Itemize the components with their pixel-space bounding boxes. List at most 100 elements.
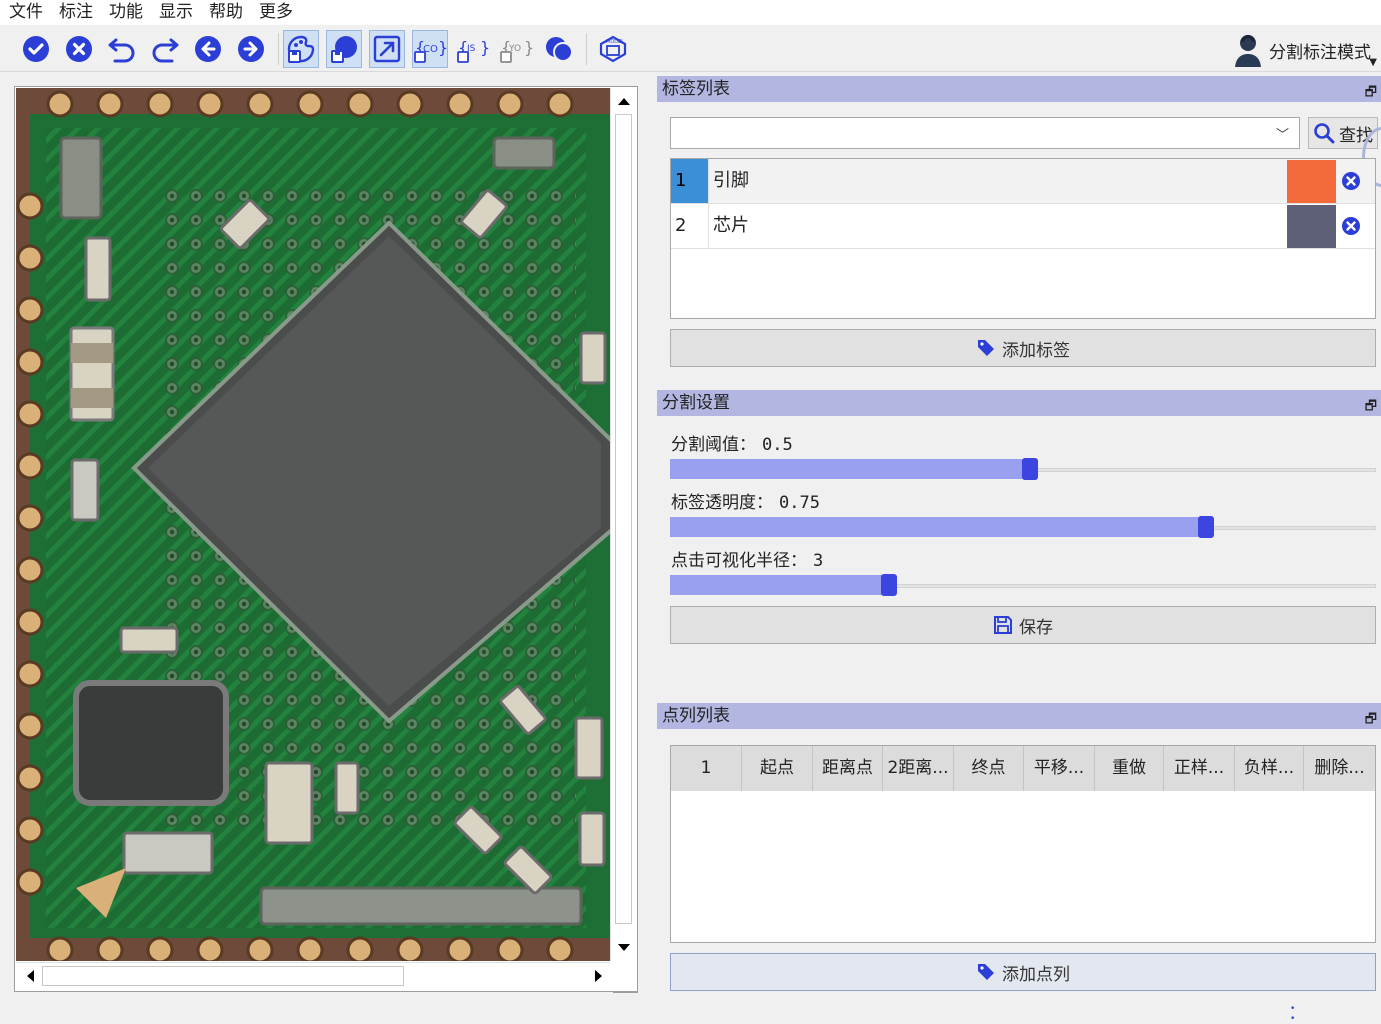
delete-label-icon[interactable] <box>1341 171 1361 191</box>
radius-label: 点击可视化半径： 3 <box>671 546 823 571</box>
column-header[interactable]: 1 <box>671 746 742 791</box>
points-list-title: 点列列表 <box>662 706 730 726</box>
column-header[interactable]: 正样... <box>1164 746 1235 791</box>
add-label-button-label: 添加标签 <box>1002 340 1070 361</box>
slider-handle[interactable] <box>881 574 897 596</box>
save-grayscale-button[interactable] <box>326 30 362 68</box>
opacity-slider[interactable] <box>670 516 1376 538</box>
label-name[interactable]: 芯片 <box>713 204 749 248</box>
threshold-value: 0.5 <box>762 435 793 455</box>
menu-help[interactable]: 帮助 <box>209 0 243 25</box>
points-table[interactable]: 1 起点 距离点 2距离... 终点 平移... 重做 正样... 负样... … <box>670 745 1376 943</box>
float-panel-icon[interactable]: 🗗 <box>1365 394 1377 420</box>
horizontal-scroll-thumb[interactable] <box>42 966 404 986</box>
label-table[interactable]: 1 引脚 2 芯片 <box>670 158 1376 319</box>
scroll-up-arrow-icon[interactable] <box>611 88 637 112</box>
column-header[interactable]: 起点 <box>742 746 813 791</box>
save-json-button[interactable]: {JS} <box>455 30 491 68</box>
label-search-combobox[interactable]: ﹀ <box>670 117 1300 149</box>
threshold-label-text: 分割阈值： <box>671 435 756 455</box>
next-image-button[interactable] <box>233 30 269 68</box>
column-header[interactable]: 删除... <box>1304 746 1375 791</box>
column-header[interactable]: 平移... <box>1024 746 1095 791</box>
menu-display[interactable]: 显示 <box>159 0 193 25</box>
chevron-down-icon[interactable]: ﹀ <box>1276 124 1289 143</box>
save-coco-button[interactable]: {CO} <box>412 30 448 68</box>
model-select-button[interactable]: MODEL <box>595 30 631 68</box>
resize-grip-icon[interactable]: • • <box>1290 1004 1320 1024</box>
vertical-scrollbar[interactable] <box>610 88 636 961</box>
points-table-header: 1 起点 距离点 2距离... 终点 平移... 重做 正样... 负样... … <box>671 746 1375 791</box>
radius-value: 3 <box>813 551 824 571</box>
dropdown-arrow-icon: ▼ <box>1369 57 1377 68</box>
search-icon <box>1314 123 1335 144</box>
label-list-title: 标签列表 <box>662 79 730 99</box>
delete-label-icon[interactable] <box>1341 216 1361 236</box>
save-pseudo-color-button[interactable] <box>283 30 319 68</box>
dual-circle-icon <box>546 37 573 62</box>
menu-function[interactable]: 功能 <box>109 0 143 25</box>
label-row-1[interactable]: 1 引脚 <box>671 159 1375 204</box>
redo-icon <box>152 38 179 63</box>
float-panel-icon[interactable]: 🗗 <box>1365 80 1377 106</box>
mode-selector[interactable]: 分割标注模式 ▼ <box>1233 33 1377 68</box>
column-header[interactable]: 重做 <box>1095 746 1164 791</box>
opacity-label-text: 标签透明度： <box>671 493 773 513</box>
cancel-button[interactable] <box>61 30 97 68</box>
vertical-scroll-thumb[interactable] <box>615 114 632 924</box>
mode-label: 分割标注模式 <box>1269 42 1371 63</box>
column-header[interactable]: 负样... <box>1235 746 1304 791</box>
radius-slider[interactable] <box>670 574 1376 596</box>
column-header[interactable]: 2距离... <box>883 746 954 791</box>
points-list-panel-title: 点列列表 🗗 <box>657 703 1381 729</box>
menu-file[interactable]: 文件 <box>9 0 43 25</box>
opacity-label: 标签透明度： 0.75 <box>671 488 820 513</box>
svg-text:MODEL: MODEL <box>606 39 624 45</box>
menu-more[interactable]: 更多 <box>259 0 293 25</box>
slider-handle[interactable] <box>1022 458 1038 480</box>
scroll-left-arrow-icon[interactable] <box>18 963 42 989</box>
column-header[interactable]: 距离点 <box>813 746 883 791</box>
image-canvas[interactable] <box>14 86 638 992</box>
add-point-list-button[interactable]: 添加点列 <box>670 953 1376 991</box>
column-header[interactable]: 终点 <box>954 746 1024 791</box>
label-row-2[interactable]: 2 芯片 <box>671 204 1375 249</box>
svg-text:}: } <box>524 38 533 57</box>
label-color-swatch[interactable] <box>1287 205 1336 248</box>
prev-image-button[interactable] <box>190 30 226 68</box>
arrow-right-icon <box>238 36 264 62</box>
label-list-panel-title: 标签列表 🗗 <box>657 76 1381 102</box>
undo-button[interactable] <box>104 30 140 68</box>
toggle-mask-button[interactable] <box>541 30 577 68</box>
slider-handle[interactable] <box>1198 516 1214 538</box>
radius-label-text: 点击可视化半径： <box>671 551 807 571</box>
svg-text:}: } <box>480 38 490 57</box>
save-settings-button[interactable]: 保存 <box>670 606 1376 644</box>
redo-button[interactable] <box>147 30 183 68</box>
label-name[interactable]: 引脚 <box>713 159 749 203</box>
segment-settings-title: 分割设置 <box>662 393 730 413</box>
opacity-value: 0.75 <box>779 493 820 513</box>
menu-bar: 文件 标注 功能 显示 帮助 更多 <box>0 0 1381 25</box>
save-palette-icon <box>287 35 315 63</box>
undo-icon <box>108 38 135 63</box>
label-color-swatch[interactable] <box>1287 160 1336 203</box>
save-yolo-button[interactable]: {YO} <box>498 30 534 68</box>
add-label-button[interactable]: 添加标签 <box>670 329 1376 367</box>
model-icon: MODEL <box>599 35 627 63</box>
float-panel-icon[interactable]: 🗗 <box>1365 707 1377 733</box>
threshold-slider[interactable] <box>670 458 1376 480</box>
horizontal-scrollbar[interactable] <box>16 962 610 990</box>
tag-icon <box>978 340 994 356</box>
save-settings-button-label: 保存 <box>1019 617 1053 638</box>
floppy-disk-icon <box>994 616 1012 634</box>
menu-annotate[interactable]: 标注 <box>59 0 93 25</box>
svg-text:}: } <box>438 38 447 57</box>
export-image-icon <box>373 35 401 63</box>
scroll-right-arrow-icon[interactable] <box>586 963 610 989</box>
export-image-button[interactable] <box>369 30 405 68</box>
x-circle-icon <box>66 36 92 62</box>
scroll-down-arrow-icon[interactable] <box>611 936 637 960</box>
pcb-image[interactable] <box>16 88 610 961</box>
confirm-button[interactable] <box>18 30 54 68</box>
